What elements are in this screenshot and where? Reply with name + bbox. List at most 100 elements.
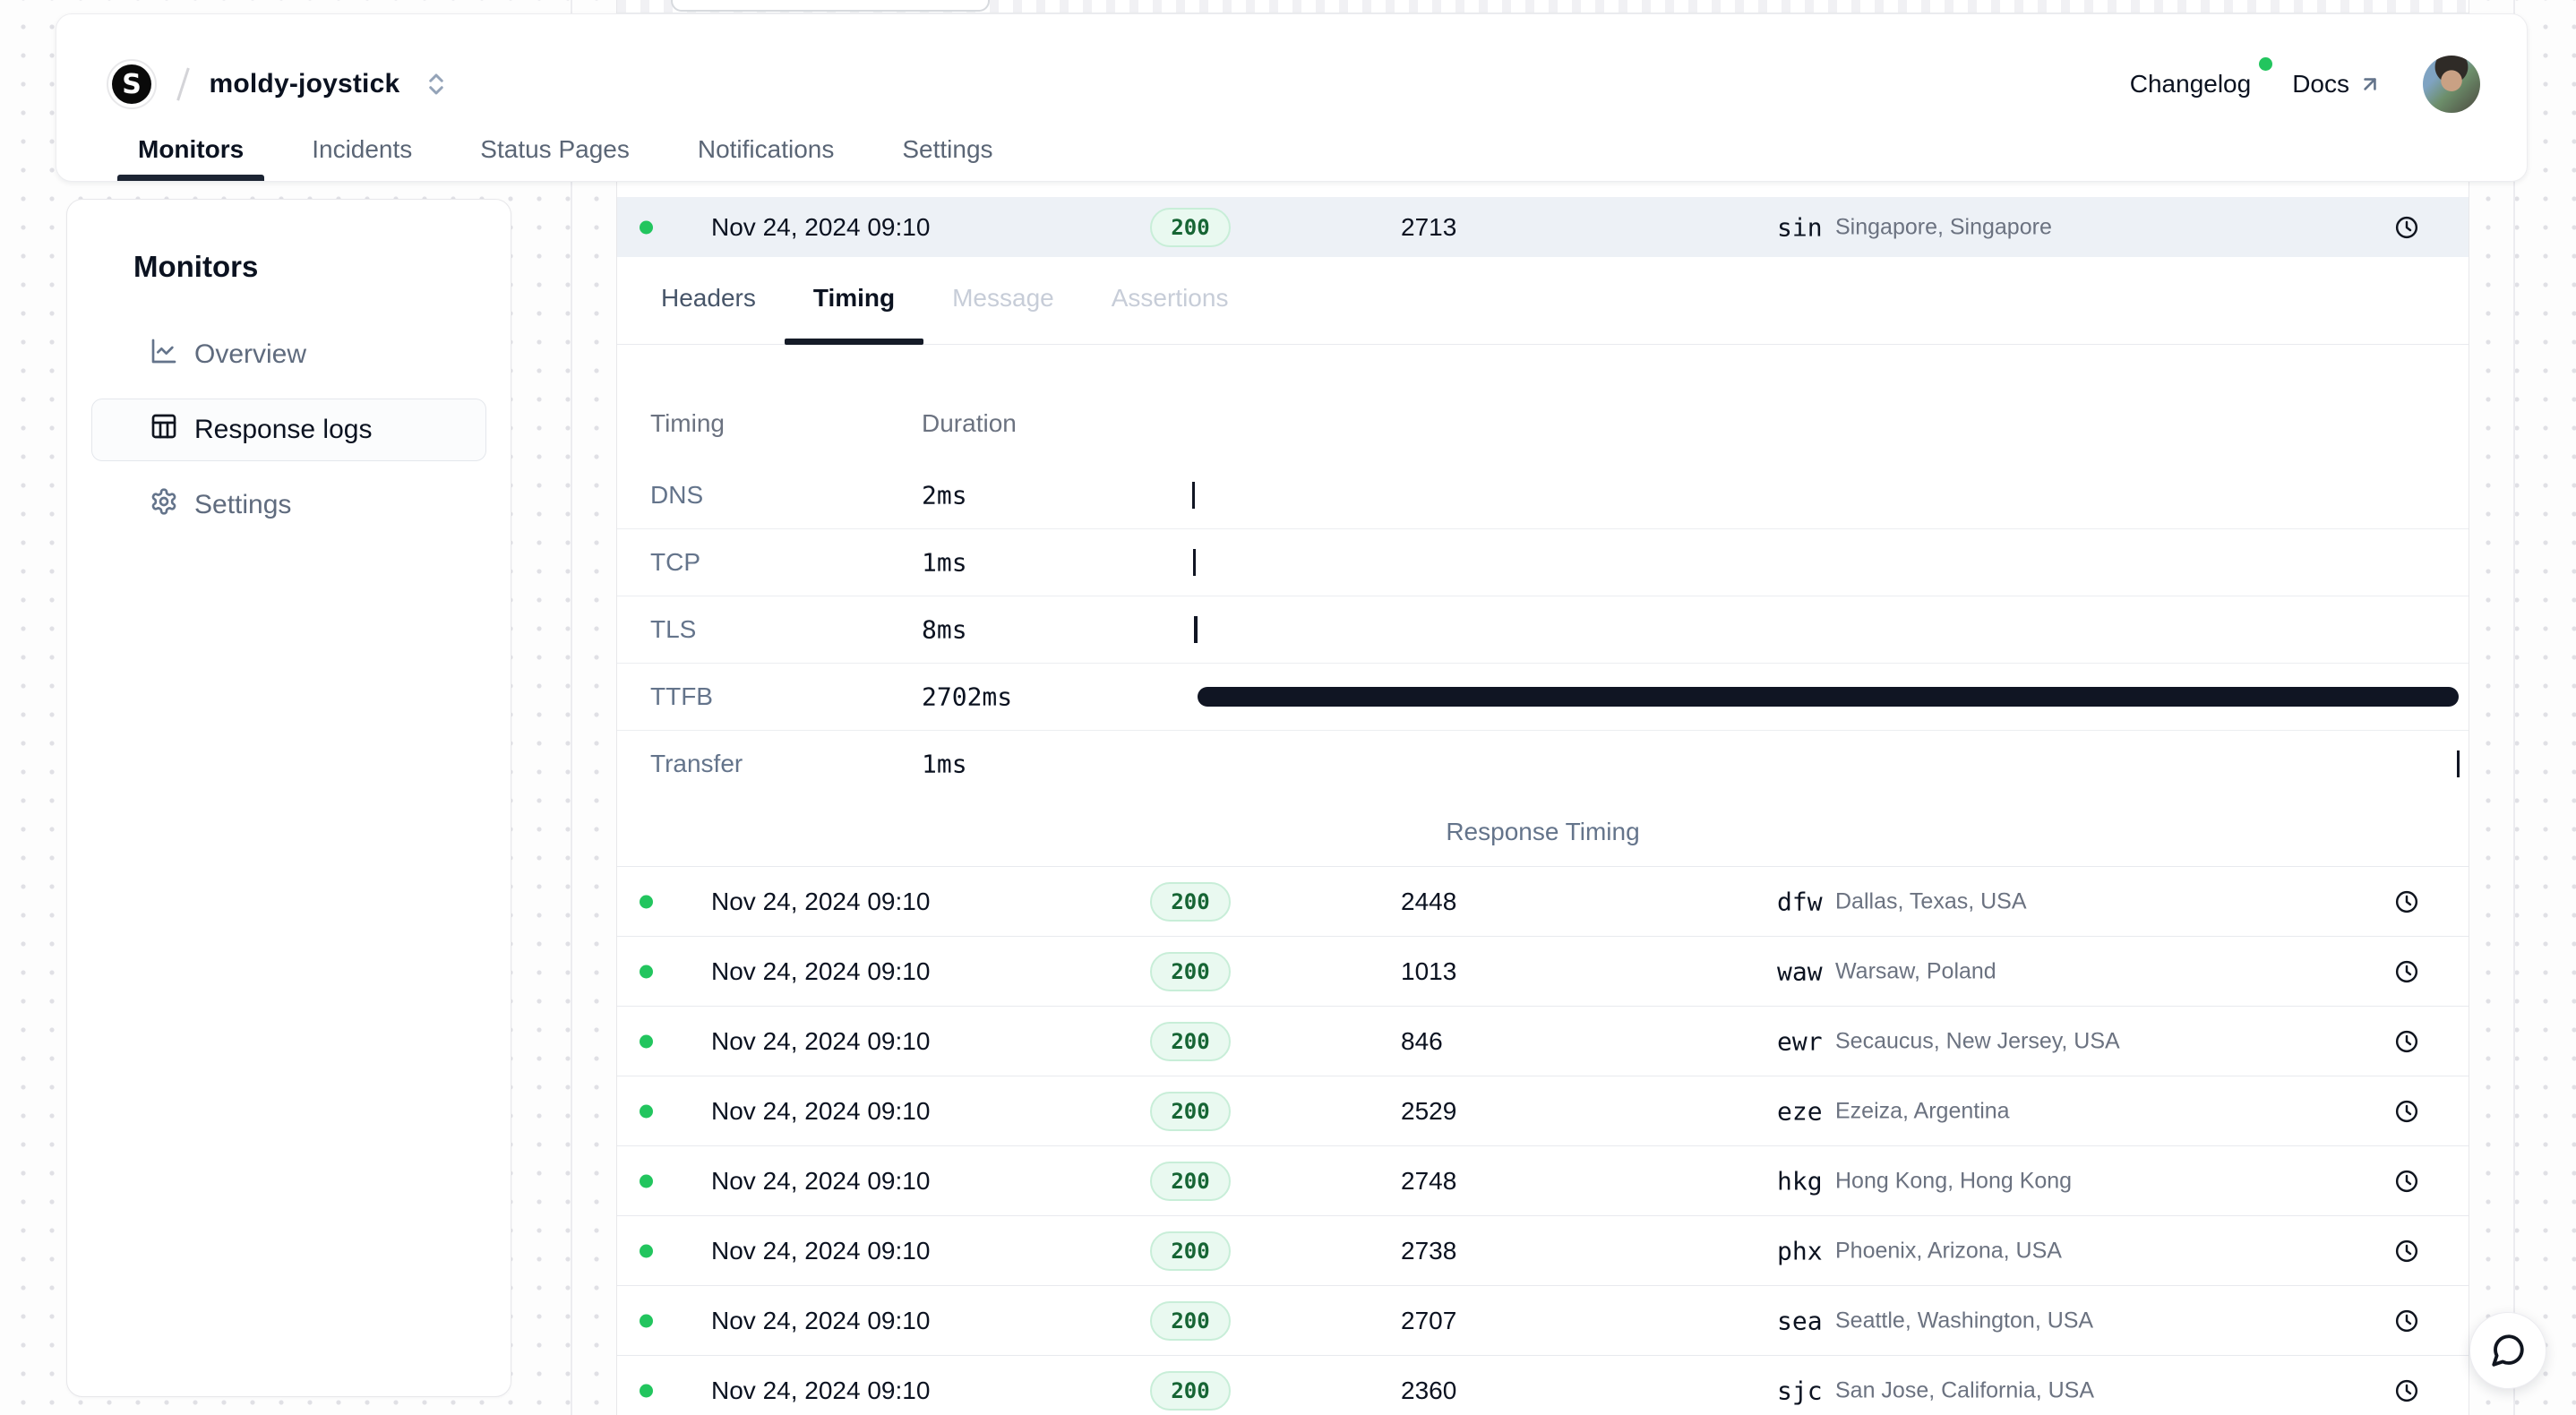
docs-link[interactable]: Docs (2292, 70, 2382, 99)
sidebar-item-settings[interactable]: Settings (91, 474, 486, 536)
org-logo[interactable]: S (107, 59, 157, 109)
timing-phase-label: Transfer (650, 750, 743, 778)
log-latency: 2448 (1401, 888, 1456, 916)
status-code-badge: 200 (1150, 1022, 1231, 1061)
log-row-ewr[interactable]: Nov 24, 2024 09:10200846ewrSecaucus, New… (617, 1006, 2469, 1076)
primary-nav-tabs: Monitors Incidents Status Pages Notificatio… (117, 118, 1014, 181)
log-latency: 2748 (1401, 1167, 1456, 1196)
timing-bar (2457, 750, 2460, 777)
status-code-badge: 200 (1150, 208, 1231, 247)
timing-phase-duration: 2ms (922, 480, 967, 510)
status-code-badge: 200 (1150, 1301, 1231, 1341)
status-ok-dot (640, 965, 653, 978)
timing-bar-track (1192, 731, 2460, 797)
log-row-dfw[interactable]: Nov 24, 2024 09:102002448dfwDallas, Texa… (617, 866, 2469, 936)
timing-row-tls: TLS8ms (617, 596, 2469, 663)
timing-phase-label: TLS (650, 615, 696, 644)
log-row-phx[interactable]: Nov 24, 2024 09:102002738phxPhoenix, Ari… (617, 1215, 2469, 1285)
breadcrumb-slash (176, 68, 189, 101)
detail-tab-timing[interactable]: Timing (785, 257, 923, 339)
timing-row-ttfb: TTFB2702ms (617, 663, 2469, 730)
nav-tab-incidents[interactable]: Incidents (291, 118, 433, 181)
log-row-sea[interactable]: Nov 24, 2024 09:102002707seaSeattle, Was… (617, 1285, 2469, 1355)
gear-icon (150, 487, 178, 523)
timing-phase-duration: 1ms (922, 548, 967, 578)
clock-icon[interactable] (2394, 1378, 2419, 1403)
clock-icon[interactable] (2394, 1099, 2419, 1124)
status-code-badge: 200 (1150, 1371, 1231, 1411)
log-latency: 2529 (1401, 1097, 1456, 1126)
support-chat-button[interactable] (2469, 1312, 2546, 1389)
log-latency: 846 (1401, 1027, 1443, 1056)
response-log-list: Nov 24, 2024 09:102002448dfwDallas, Texa… (617, 866, 2469, 1415)
sidebar-item-label: Response logs (194, 415, 372, 445)
log-region-location: San Jose, California, USA (1835, 1377, 2094, 1403)
detail-tab-headers[interactable]: Headers (632, 257, 785, 339)
status-code-badge: 200 (1150, 1162, 1231, 1201)
timing-row-transfer: Transfer1ms (617, 730, 2469, 797)
log-row-hkg[interactable]: Nov 24, 2024 09:102002748hkgHong Kong, H… (617, 1145, 2469, 1215)
clock-icon[interactable] (2394, 1239, 2419, 1264)
clock-icon[interactable] (2394, 1029, 2419, 1054)
nav-tab-status-pages[interactable]: Status Pages (459, 118, 650, 181)
clock-icon[interactable] (2394, 215, 2419, 240)
changelog-notification-dot (2259, 57, 2272, 71)
timing-phase-duration: 2702ms (922, 682, 1012, 712)
status-ok-dot (640, 1034, 653, 1048)
timing-bar (1193, 549, 1196, 576)
status-ok-dot (640, 1104, 653, 1118)
log-region-code: hkg (1777, 1166, 1823, 1196)
log-latency: 2713 (1401, 213, 1456, 242)
clock-icon[interactable] (2394, 959, 2419, 984)
background-guide-line (2513, 0, 2515, 1415)
log-timestamp: Nov 24, 2024 09:10 (711, 1376, 930, 1405)
clock-icon[interactable] (2394, 889, 2419, 914)
nav-tab-settings[interactable]: Settings (881, 118, 1013, 181)
log-region-location: Singapore, Singapore (1835, 214, 2052, 240)
log-region-location: Seattle, Washington, USA (1835, 1308, 2093, 1334)
clock-icon[interactable] (2394, 1308, 2419, 1334)
sidebar-nav-list: Overview Response logs Settings (91, 323, 486, 536)
status-code-badge: 200 (1150, 952, 1231, 991)
timing-column-header: Timing (650, 409, 725, 438)
timing-bar (1198, 687, 2460, 707)
status-code-badge: 200 (1150, 882, 1231, 922)
log-region-code: eze (1777, 1096, 1823, 1126)
log-region-code: sin (1777, 212, 1823, 242)
sidebar-item-response-logs[interactable]: Response logs (91, 399, 486, 461)
log-region-location: Phoenix, Arizona, USA (1835, 1238, 2062, 1264)
log-latency: 2360 (1401, 1376, 1456, 1405)
log-row-sjc[interactable]: Nov 24, 2024 09:102002360sjcSan Jose, Ca… (617, 1355, 2469, 1415)
log-detail-tabs: HeadersTimingMessageAssertions (617, 257, 2469, 345)
header-actions: Changelog Docs (2130, 48, 2480, 120)
log-timestamp: Nov 24, 2024 09:10 (711, 888, 930, 916)
log-region-location: Hong Kong, Hong Kong (1835, 1168, 2072, 1194)
timing-phase-label: DNS (650, 481, 703, 510)
response-timing-caption: Response Timing (617, 797, 2469, 866)
log-region-location: Warsaw, Poland (1835, 958, 1996, 984)
monitor-sidebar: Monitors OverviewResponse logsSettings (66, 199, 511, 1397)
log-timestamp: Nov 24, 2024 09:10 (711, 1097, 930, 1126)
nav-tab-notifications[interactable]: Notifications (677, 118, 855, 181)
timing-bar-track (1192, 529, 2460, 596)
log-row-eze[interactable]: Nov 24, 2024 09:102002529ezeEzeiza, Arge… (617, 1076, 2469, 1145)
top-header: S moldy-joystick Changelog Docs Monitors… (56, 13, 2528, 182)
changelog-link[interactable]: Changelog (2130, 70, 2251, 99)
sidebar-item-overview[interactable]: Overview (91, 323, 486, 386)
log-region-location: Dallas, Texas, USA (1835, 888, 2027, 914)
timing-row-dns: DNS 2ms (617, 461, 2469, 528)
detail-tab-message: Message (923, 257, 1083, 339)
timing-bar-track (1192, 596, 2460, 663)
log-row-selected[interactable]: Nov 24, 2024 09:10 200 2713 sin Singapor… (617, 197, 2469, 257)
clock-icon[interactable] (2394, 1169, 2419, 1194)
project-switcher-chevrons-icon[interactable] (419, 67, 453, 101)
timing-bar (1194, 616, 1198, 643)
user-avatar[interactable] (2423, 56, 2480, 113)
sidebar-item-label: Settings (194, 490, 291, 520)
nav-tab-monitors[interactable]: Monitors (117, 118, 264, 181)
log-region-location: Ezeiza, Argentina (1835, 1098, 2010, 1124)
chat-bubble-icon (2489, 1332, 2527, 1369)
log-row-waw[interactable]: Nov 24, 2024 09:102001013wawWarsaw, Pola… (617, 936, 2469, 1006)
log-region-code: phx (1777, 1236, 1823, 1265)
table-icon (150, 412, 178, 448)
